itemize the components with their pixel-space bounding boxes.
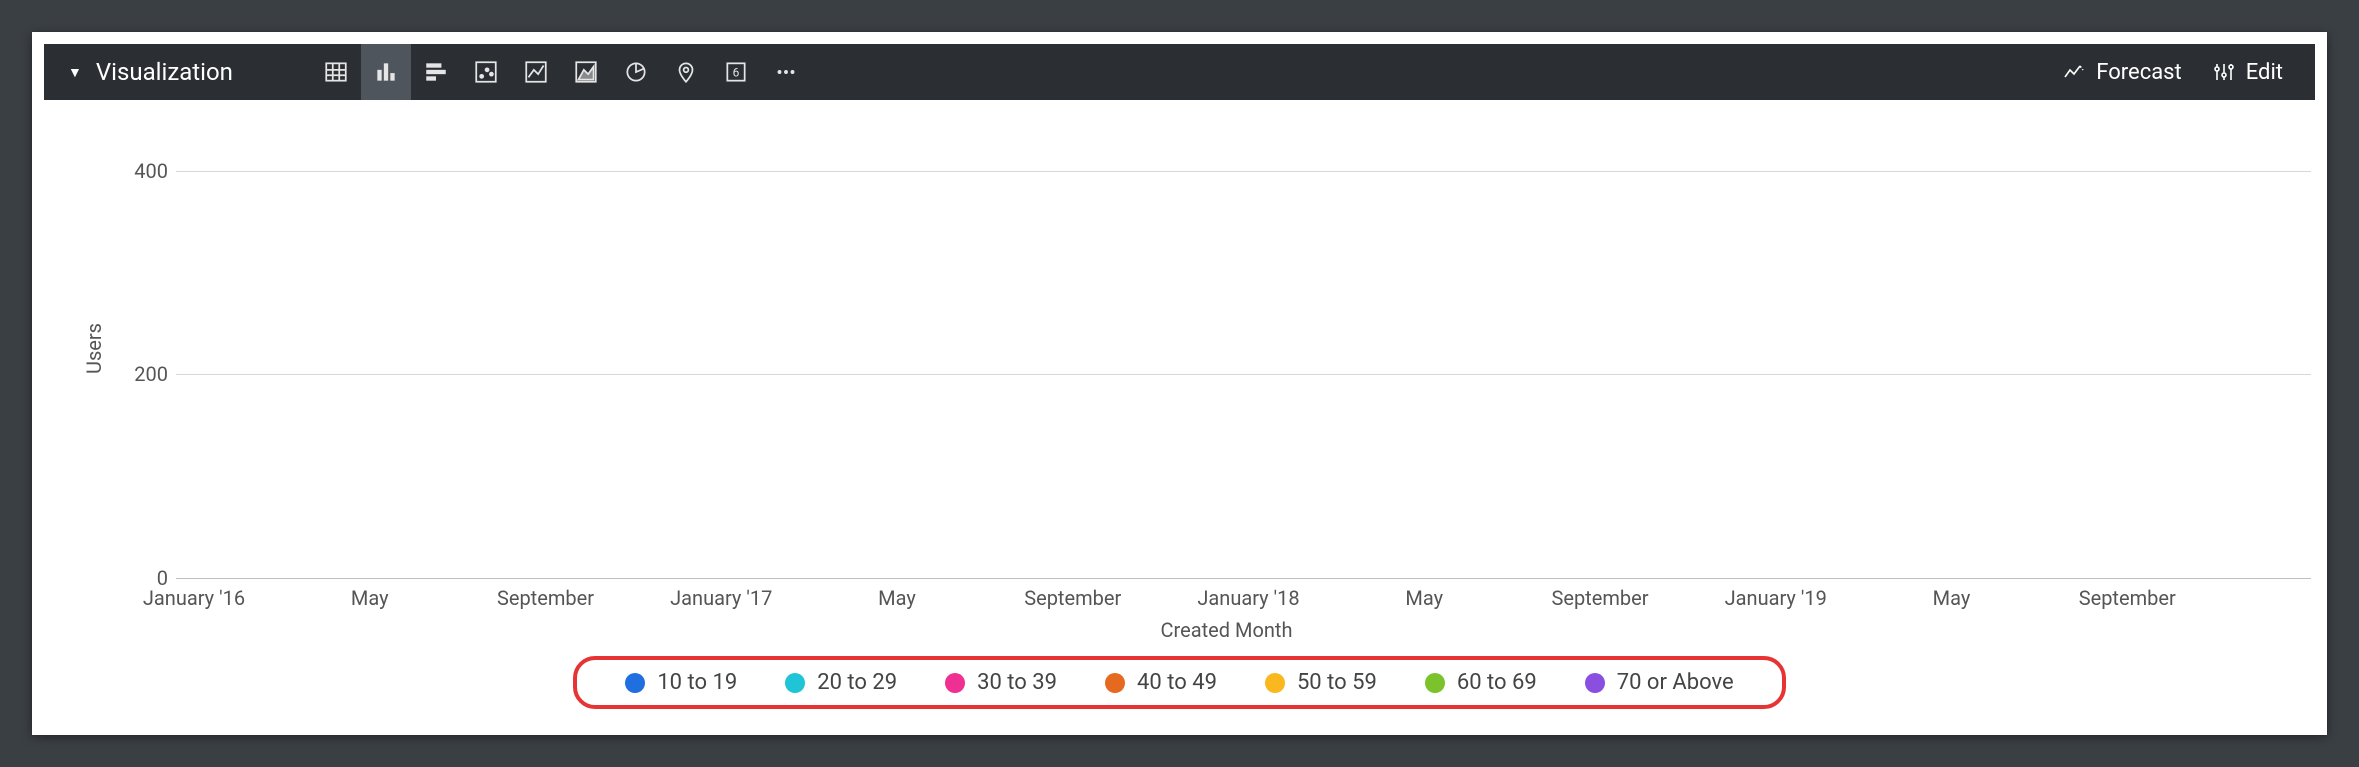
visualization-type-group: 6 xyxy=(311,44,811,100)
section-label: Visualization xyxy=(96,58,233,86)
forecast-icon xyxy=(2062,60,2086,84)
y-tick-label: 400 xyxy=(134,159,168,183)
svg-text:6: 6 xyxy=(733,65,740,79)
pie-chart-icon xyxy=(623,59,649,85)
area-chart-button[interactable] xyxy=(561,44,611,100)
legend-item[interactable]: 70 or Above xyxy=(1585,670,1734,695)
x-tick-label: September xyxy=(1024,586,1121,610)
legend-label: 20 to 29 xyxy=(817,670,897,695)
edit-label: Edit xyxy=(2246,60,2283,85)
x-axis: January '16MaySeptemberJanuary '17MaySep… xyxy=(172,578,2281,614)
line-chart-icon xyxy=(523,59,549,85)
y-axis-title: Users xyxy=(78,120,106,578)
scatter-chart-icon xyxy=(473,59,499,85)
y-tick-label: 200 xyxy=(134,362,168,386)
legend-item[interactable]: 50 to 59 xyxy=(1265,670,1377,695)
column-chart-button[interactable] xyxy=(361,44,411,100)
legend-swatch xyxy=(1425,673,1445,693)
legend-swatch xyxy=(625,673,645,693)
scatter-chart-button[interactable] xyxy=(461,44,511,100)
legend-swatch xyxy=(1585,673,1605,693)
settings-sliders-icon xyxy=(2212,60,2236,84)
single-value-button[interactable]: 6 xyxy=(711,44,761,100)
x-tick-label: May xyxy=(878,586,916,610)
chart-plot[interactable] xyxy=(176,120,2281,578)
legend-item[interactable]: 10 to 19 xyxy=(625,670,737,695)
legend-label: 40 to 49 xyxy=(1137,670,1217,695)
line-chart-button[interactable] xyxy=(511,44,561,100)
x-tick-label: January '19 xyxy=(1725,586,1827,610)
bar-chart-icon xyxy=(423,59,449,85)
legend-swatch xyxy=(1105,673,1125,693)
legend-item[interactable]: 60 to 69 xyxy=(1425,670,1537,695)
legend-label: 30 to 39 xyxy=(977,670,1057,695)
x-tick-label: September xyxy=(1551,586,1648,610)
y-axis: 0200400 xyxy=(106,120,176,578)
legend-swatch xyxy=(1265,673,1285,693)
x-tick-label: January '16 xyxy=(143,586,245,610)
x-tick-label: January '18 xyxy=(1197,586,1299,610)
x-tick-label: May xyxy=(1405,586,1443,610)
x-tick-label: January '17 xyxy=(670,586,772,610)
visualization-section-toggle[interactable]: ▼ Visualization xyxy=(68,58,233,86)
chevron-down-icon: ▼ xyxy=(68,64,82,81)
area-chart-icon xyxy=(573,59,599,85)
single-value-icon: 6 xyxy=(723,59,749,85)
legend: 10 to 19 20 to 29 30 to 39 40 to 49 50 to 59… xyxy=(573,656,1785,709)
chart-area: Users 0200400 January '16MaySeptemberJan… xyxy=(32,100,2327,735)
bar-chart-button[interactable] xyxy=(411,44,461,100)
visualization-toolbar: ▼ Visualization xyxy=(44,44,2315,100)
pie-chart-button[interactable] xyxy=(611,44,661,100)
map-pin-icon xyxy=(673,59,699,85)
ellipsis-icon xyxy=(773,59,799,85)
x-tick-label: May xyxy=(1933,586,1971,610)
legend-item[interactable]: 30 to 39 xyxy=(945,670,1057,695)
column-chart-icon xyxy=(373,59,399,85)
legend-swatch xyxy=(945,673,965,693)
x-axis-title: Created Month xyxy=(172,618,2281,642)
legend-label: 60 to 69 xyxy=(1457,670,1537,695)
legend-item[interactable]: 20 to 29 xyxy=(785,670,897,695)
legend-item[interactable]: 40 to 49 xyxy=(1105,670,1217,695)
more-chart-types-button[interactable] xyxy=(761,44,811,100)
forecast-label: Forecast xyxy=(2096,60,2181,85)
visualization-panel: ▼ Visualization xyxy=(32,32,2327,735)
table-chart-button[interactable] xyxy=(311,44,361,100)
x-tick-label: September xyxy=(2079,586,2176,610)
x-tick-label: September xyxy=(497,586,594,610)
legend-label: 70 or Above xyxy=(1617,670,1734,695)
forecast-button[interactable]: Forecast xyxy=(2050,44,2193,100)
legend-swatch xyxy=(785,673,805,693)
edit-button[interactable]: Edit xyxy=(2200,44,2295,100)
x-tick-label: May xyxy=(351,586,389,610)
legend-label: 10 to 19 xyxy=(657,670,737,695)
table-icon xyxy=(323,59,349,85)
legend-label: 50 to 59 xyxy=(1297,670,1377,695)
map-chart-button[interactable] xyxy=(661,44,711,100)
